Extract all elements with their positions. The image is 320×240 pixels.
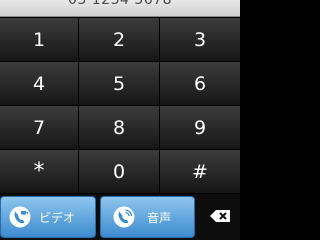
call-action-bar: ビデオ 音声	[0, 194, 240, 240]
voice-call-label: 音声	[147, 210, 172, 225]
backspace-icon	[209, 208, 231, 227]
key-9[interactable]: 9	[160, 106, 240, 150]
key-2[interactable]: 2	[79, 18, 160, 62]
key-0[interactable]: 0	[79, 150, 160, 194]
key-7[interactable]: 7	[0, 106, 79, 150]
key-5[interactable]: 5	[79, 62, 160, 106]
key-3[interactable]: 3	[160, 18, 240, 62]
video-call-label: ビデオ	[39, 210, 76, 225]
voice-call-button[interactable]: 音声	[100, 196, 195, 238]
dialed-number-text: 03 1234 5678	[68, 0, 172, 8]
video-call-button[interactable]: ビデオ	[0, 196, 96, 238]
dialed-number-display: 03 1234 5678	[0, 0, 240, 17]
key-1[interactable]: 1	[0, 18, 79, 62]
key-6[interactable]: 6	[160, 62, 240, 106]
key-hash[interactable]: #	[160, 150, 240, 194]
key-8[interactable]: 8	[79, 106, 160, 150]
key-star[interactable]: *	[0, 150, 79, 194]
key-4[interactable]: 4	[0, 62, 79, 106]
voice-call-icon	[113, 206, 135, 228]
backspace-button[interactable]	[199, 196, 240, 238]
video-call-icon	[9, 206, 31, 228]
dial-pad: 1 2 3 4 5 6 7 8 9 * 0 #	[0, 18, 240, 194]
